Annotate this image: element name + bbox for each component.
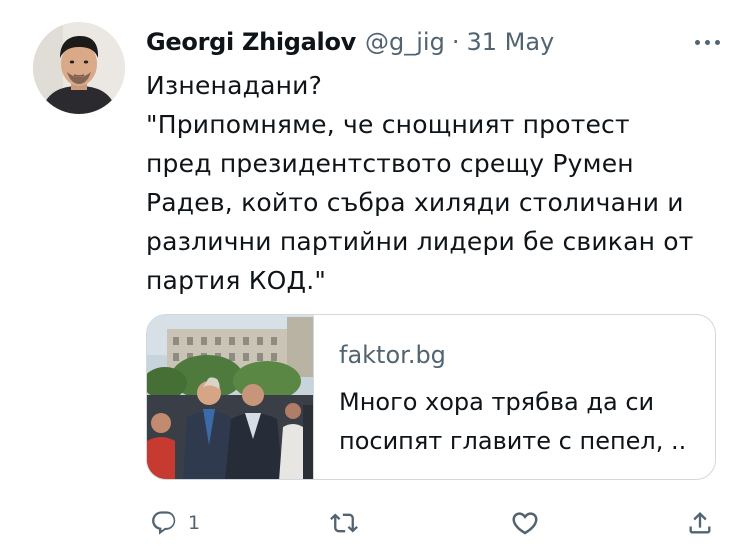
more-options-button[interactable] [695, 29, 720, 55]
tweet-line: Изненадани? [146, 71, 323, 100]
more-dot-icon [695, 39, 700, 45]
more-dot-icon [715, 39, 720, 45]
tweet-actions: 1 [146, 506, 720, 540]
reply-button[interactable]: 1 [150, 506, 200, 540]
retweet-icon [330, 513, 358, 533]
tweet-date[interactable]: 31 May [466, 28, 554, 56]
header-separator: · [451, 28, 460, 56]
card-thumbnail-image [147, 315, 313, 479]
tweet-line: "Припомняме, че снощният протест [146, 110, 630, 139]
card-domain: faktor.bg [339, 341, 446, 369]
card-thumbnail [147, 315, 314, 479]
share-icon [689, 512, 711, 534]
tweet-line: Радев, който събра хиляди столичани и [146, 188, 684, 217]
card-title-line: Много хора трябва да си [339, 388, 655, 416]
retweet-button[interactable] [330, 506, 358, 540]
avatar-image [33, 22, 125, 114]
reply-icon [152, 511, 176, 535]
tweet-line: различни партийни лидери бе свикан от [146, 227, 694, 256]
like-button[interactable] [510, 506, 540, 540]
tweet-text: Изненадани? "Припомняме, че снощният про… [146, 66, 726, 300]
card-title: Много хора трябва да си посипят главите … [339, 383, 699, 461]
author-avatar[interactable] [33, 22, 125, 114]
reply-count: 1 [188, 512, 201, 534]
tweet-line: партия КОД." [146, 266, 327, 295]
author-handle[interactable]: @g_jig [365, 28, 445, 56]
share-button[interactable] [686, 506, 714, 540]
card-title-line: посипят главите с пепел, .. [339, 427, 687, 455]
tweet-header: Georgi Zhigalov @g_jig · 31 May [146, 27, 720, 57]
like-icon [512, 512, 538, 535]
author-name[interactable]: Georgi Zhigalov [146, 28, 356, 56]
link-preview-card[interactable]: faktor.bg Много хора трябва да си посипя… [146, 314, 716, 480]
tweet-line: пред президентството срещу Румен [146, 149, 634, 178]
more-dot-icon [705, 39, 710, 45]
